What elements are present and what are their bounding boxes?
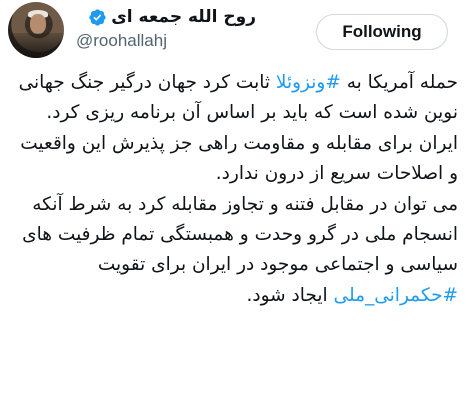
avatar[interactable]	[8, 2, 64, 58]
tweet-paragraph-1: حمله آمریکا به #ونزوئلا ثابت کرد جهان در…	[18, 72, 458, 124]
tweet-header: روح الله جمعه ای @roohallahj Following	[0, 0, 470, 66]
verified-badge-icon	[89, 8, 106, 26]
following-button[interactable]: Following	[316, 14, 448, 50]
tweet-paragraph-3: می توان در مقابل فتنه و تجاوز مقابله کرد…	[22, 193, 458, 306]
tweet-paragraph-2: ایران برای مقابله و مقاومت راهی جز پذیرش…	[20, 132, 458, 185]
name-row: روح الله جمعه ای	[76, 6, 256, 28]
author-display-name[interactable]: روح الله جمعه ای	[111, 7, 256, 27]
author-info: روح الله جمعه ای @roohallahj	[76, 6, 256, 51]
author-handle[interactable]: @roohallahj	[76, 31, 256, 51]
hashtag-link[interactable]: #حکمرانی_ملی	[334, 285, 458, 306]
hashtag-link[interactable]: #ونزوئلا	[276, 72, 341, 93]
tweet-text: حمله آمریکا به #ونزوئلا ثابت کرد جهان در…	[12, 68, 458, 311]
